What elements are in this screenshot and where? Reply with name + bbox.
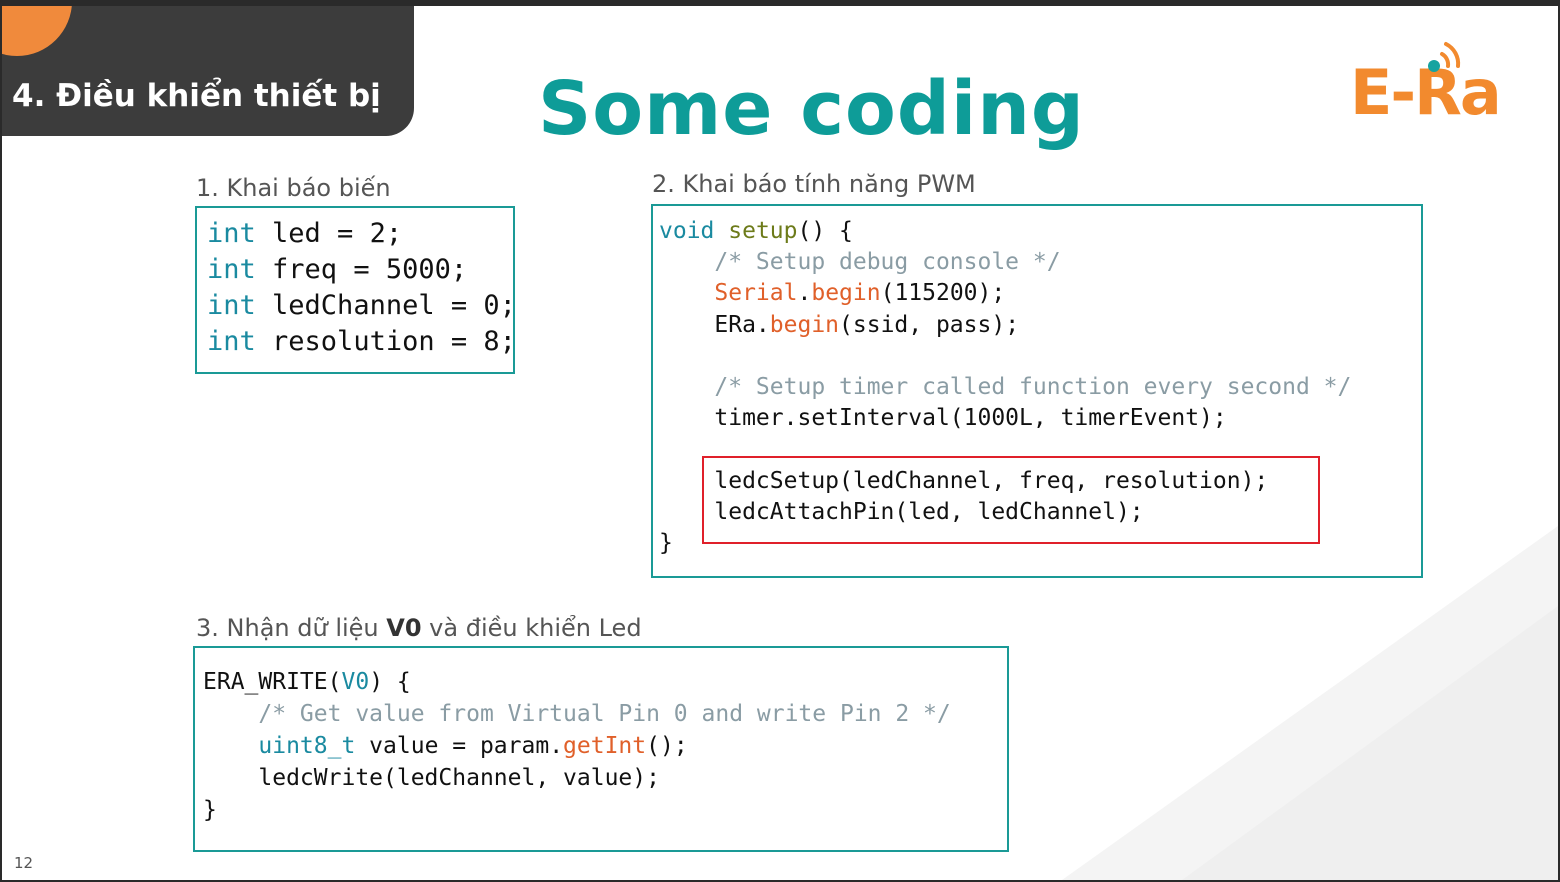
code-line: uint8_t value = param.getInt(); <box>258 733 688 759</box>
code-line: /* Get value from Virtual Pin 0 and writ… <box>258 701 951 727</box>
section1-code: int led = 2; int freq = 5000; int ledChann… <box>207 216 516 360</box>
code-line: /* Setup timer called function every sec… <box>714 374 1352 401</box>
section-tab: 4. Điều khiển thiết bị <box>2 6 414 136</box>
section3-code: ERA_WRITE(V0) { /* Get value from Virtua… <box>203 666 951 826</box>
code-line: int freq = 5000; <box>207 254 468 285</box>
code-line: } <box>203 797 217 823</box>
code-line: Serial.begin(115200); <box>714 280 1006 307</box>
era-logo: E-Ra <box>1350 36 1510 129</box>
code-line: int ledChannel = 0; <box>207 290 516 321</box>
section3-label: 3. Nhận dữ liệu V0 và điều khiển Led <box>196 614 642 642</box>
section1-code-box: int led = 2; int freq = 5000; int ledChann… <box>195 206 516 374</box>
code-line: ERA_WRITE(V0) { <box>203 669 411 695</box>
orange-circle-decoration <box>2 6 72 56</box>
section1-label: 1. Khai báo biến <box>196 174 391 202</box>
wifi-signal-icon <box>1428 42 1461 72</box>
section-title: 4. Điều khiển thiết bị <box>12 78 381 114</box>
slide: 4. Điều khiển thiết bị Some coding E-Ra … <box>2 6 1558 880</box>
page-title: Some coding <box>538 66 1085 152</box>
section3-code-box: ERA_WRITE(V0) { /* Get value from Virtua… <box>193 646 1009 852</box>
code-line: int resolution = 8; <box>207 326 516 357</box>
code-line: timer.setInterval(1000L, timerEvent); <box>714 405 1227 432</box>
code-line: void setup() { <box>659 218 853 244</box>
code-line: ledcWrite(ledChannel, value); <box>258 765 660 791</box>
highlight-box <box>702 456 1320 544</box>
section2-label: 2. Khai báo tính năng PWM <box>652 170 976 198</box>
code-line: /* Setup debug console */ <box>714 249 1061 276</box>
page-number: 12 <box>14 854 34 872</box>
code-line: ERa.begin(ssid, pass); <box>714 311 1020 338</box>
code-line: int led = 2; <box>207 218 403 249</box>
